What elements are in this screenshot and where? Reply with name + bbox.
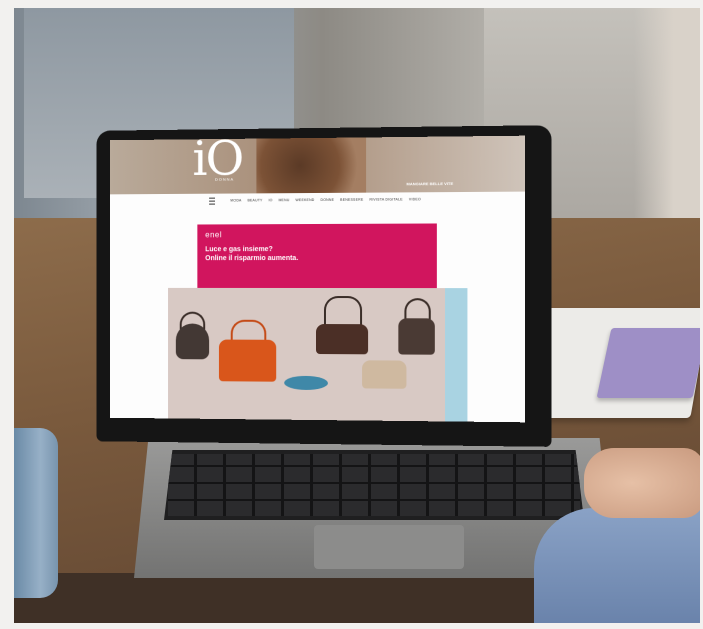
- blue-mug: [14, 428, 58, 598]
- laptop-trackpad: [314, 525, 464, 569]
- ad-headline: Luce e gas insieme?: [205, 246, 273, 254]
- purple-notebook: [596, 328, 700, 398]
- hero-image: [256, 137, 367, 194]
- blue-pouch: [284, 375, 328, 391]
- person-hand: [584, 448, 700, 518]
- dark-hobo-bag: [175, 323, 210, 360]
- nav-item-io[interactable]: IO: [268, 198, 272, 202]
- site-header: iO DONNA MANGIARE BELLE VITE: [109, 135, 525, 195]
- laptop-keyboard: [164, 450, 584, 520]
- site-nav: MODA BEAUTY IO MENU WEEKEND DONNE BENESS…: [110, 194, 525, 207]
- brown-shoulder-bag: [315, 324, 369, 355]
- enel-ad-banner[interactable]: enel Luce e gas insieme? Online il rispa…: [197, 223, 437, 291]
- nav-item-rivista[interactable]: RIVISTA DIGITALE: [369, 197, 402, 201]
- ad-subheadline: Online il risparmio aumenta.: [205, 255, 299, 263]
- keyboard-keys: [168, 454, 580, 516]
- laptop-screen: iO DONNA MANGIARE BELLE VITE MODA BEAUTY…: [109, 135, 525, 423]
- handbags-feature-image[interactable]: [168, 287, 468, 422]
- nav-item-benessere[interactable]: BENESSERE: [340, 198, 363, 202]
- nav-item-video[interactable]: VIDEO: [409, 197, 421, 201]
- nav-item-donne[interactable]: DONNE: [321, 198, 335, 202]
- header-tagline: MANGIARE BELLE VITE: [406, 180, 454, 187]
- nav-item-weekend[interactable]: WEEKEND: [295, 198, 314, 202]
- nav-item-moda[interactable]: MODA: [230, 198, 241, 202]
- site-logo-subtitle: DONNA: [215, 176, 235, 182]
- nav-item-menu[interactable]: MENU: [278, 198, 289, 202]
- ad-brand-logo: enel: [205, 230, 223, 240]
- photo-scene: iO DONNA MANGIARE BELLE VITE MODA BEAUTY…: [14, 8, 700, 623]
- person-sleeve: [534, 508, 700, 623]
- panel-accent-stripe: [445, 288, 468, 422]
- beige-clutch: [362, 360, 407, 389]
- nav-item-beauty[interactable]: BEAUTY: [247, 198, 262, 202]
- dark-brown-bag: [398, 318, 435, 355]
- orange-handbag: [218, 339, 277, 382]
- hamburger-menu-icon[interactable]: [208, 197, 215, 205]
